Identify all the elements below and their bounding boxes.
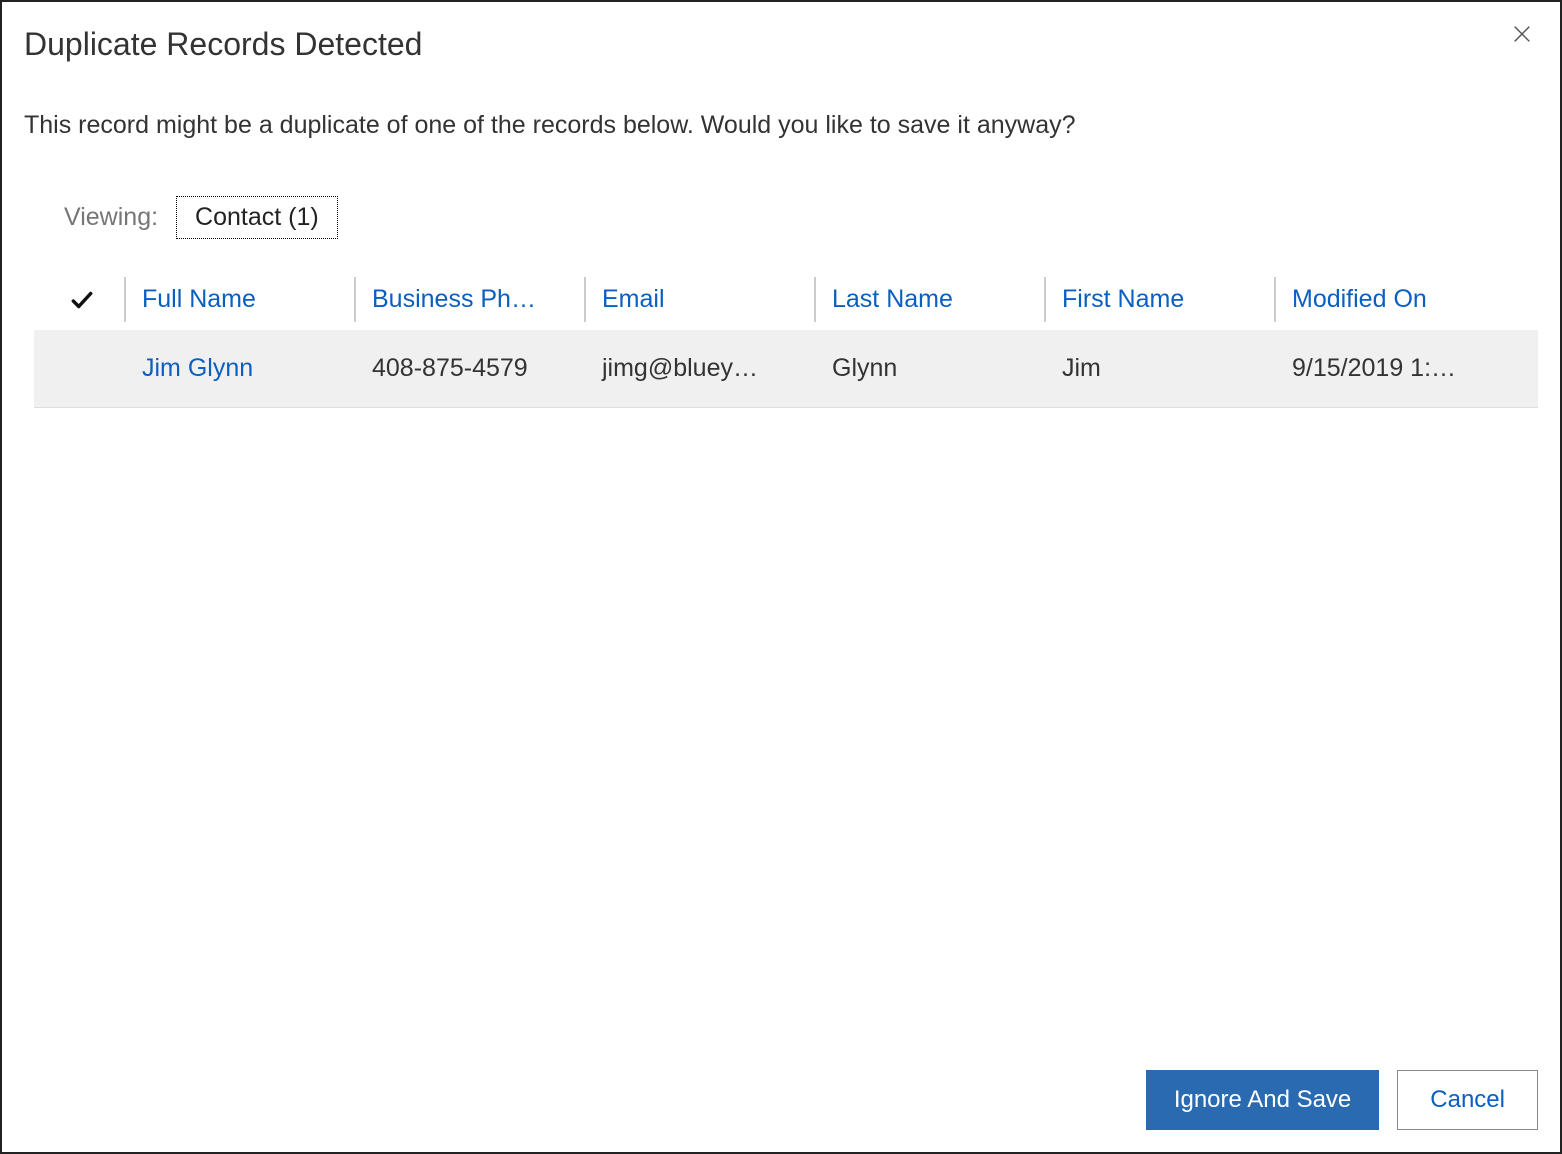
column-header-email[interactable]: Email — [584, 269, 814, 330]
column-header-first-name[interactable]: First Name — [1044, 269, 1274, 330]
tab-contact[interactable]: Contact (1) — [176, 196, 338, 239]
dialog-message: This record might be a duplicate of one … — [24, 111, 1538, 140]
duplicate-records-dialog: Duplicate Records Detected This record m… — [0, 0, 1562, 1154]
ignore-and-save-button[interactable]: Ignore And Save — [1146, 1070, 1379, 1130]
table-row[interactable]: Jim Glynn 408-875-4579 jimg@bluey… Glynn… — [34, 330, 1538, 407]
column-header-select — [34, 269, 124, 330]
dialog-footer: Ignore And Save Cancel — [24, 1070, 1538, 1130]
viewing-row: Viewing: Contact (1) — [64, 196, 1538, 239]
close-button[interactable] — [1508, 22, 1536, 50]
duplicates-table: Full Name Business Ph… Email Last Name F… — [34, 269, 1538, 408]
column-header-full-name[interactable]: Full Name — [124, 269, 354, 330]
table-header-row: Full Name Business Ph… Email Last Name F… — [34, 269, 1538, 330]
checkmark-icon — [69, 285, 95, 313]
column-header-business-phone[interactable]: Business Ph… — [354, 269, 584, 330]
column-header-modified-on[interactable]: Modified On — [1274, 269, 1538, 330]
cell-business-phone: 408-875-4579 — [354, 330, 584, 407]
cell-first-name: Jim — [1044, 330, 1274, 407]
viewing-label: Viewing: — [64, 203, 158, 232]
close-icon — [1511, 23, 1533, 50]
cell-modified-on: 9/15/2019 1:… — [1274, 330, 1538, 407]
cell-full-name[interactable]: Jim Glynn — [124, 330, 354, 407]
cell-select[interactable] — [34, 330, 124, 407]
cancel-button[interactable]: Cancel — [1397, 1070, 1538, 1130]
cell-email: jimg@bluey… — [584, 330, 814, 407]
column-header-last-name[interactable]: Last Name — [814, 269, 1044, 330]
cell-last-name: Glynn — [814, 330, 1044, 407]
dialog-title: Duplicate Records Detected — [24, 26, 1538, 63]
